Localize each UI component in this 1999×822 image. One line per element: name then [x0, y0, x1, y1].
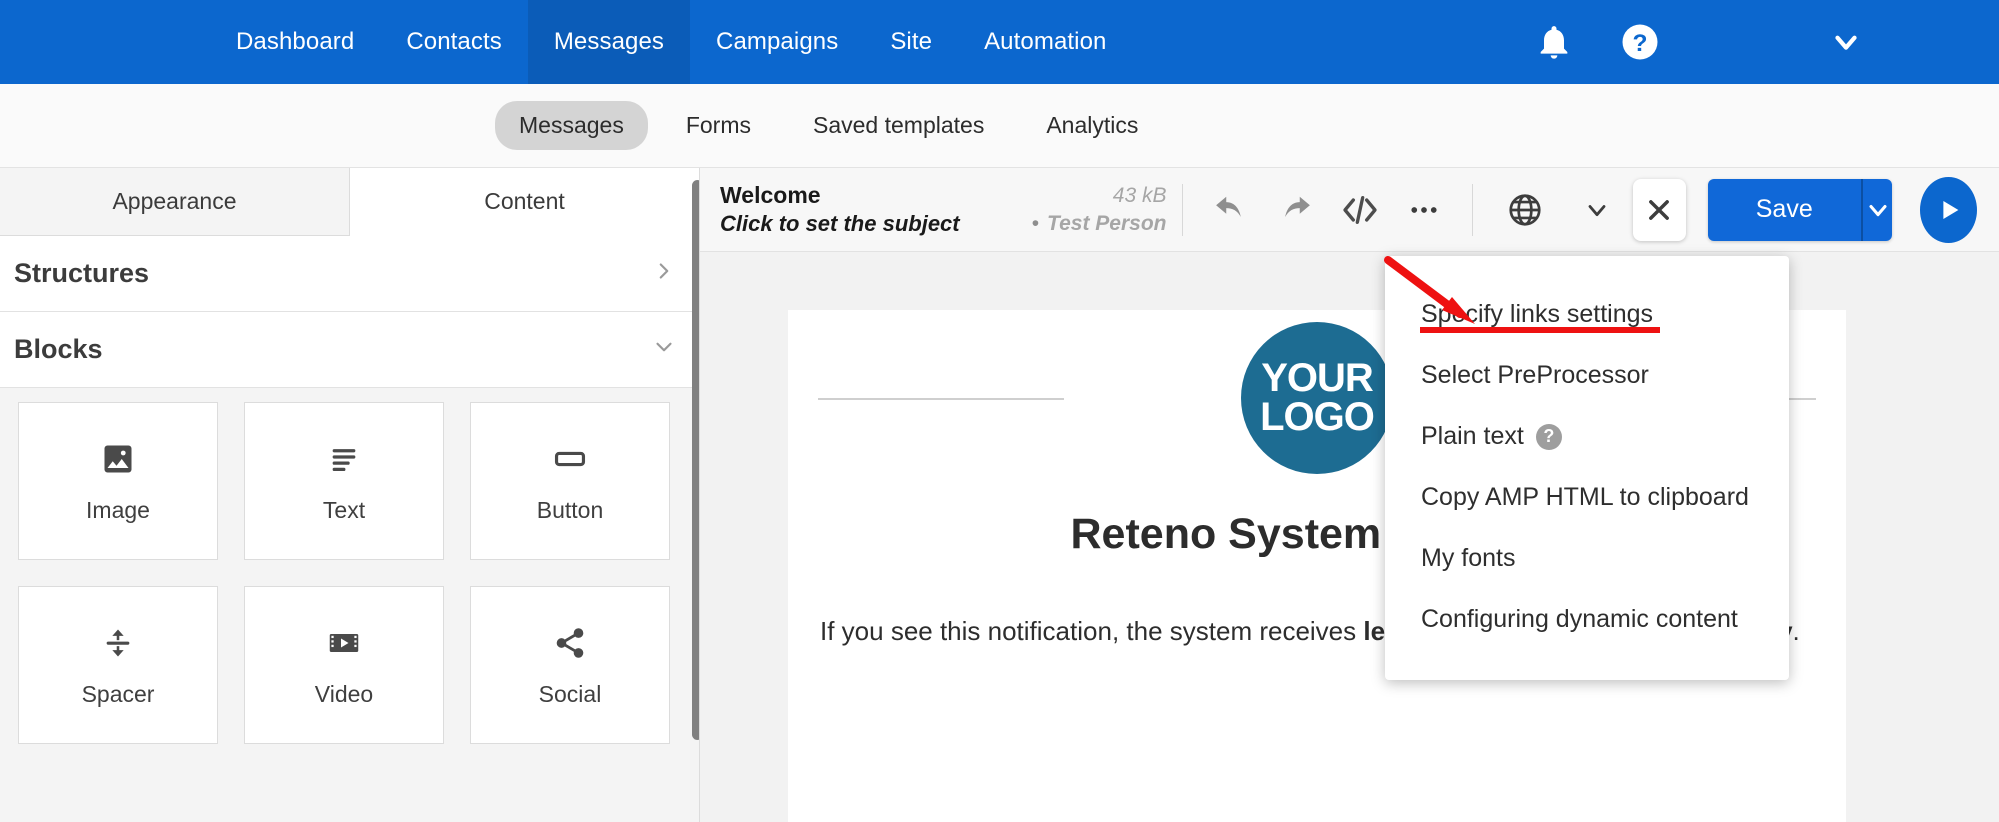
sidebar-section-structures[interactable]: Structures	[0, 236, 699, 312]
help-icon[interactable]: ?	[1535, 423, 1562, 450]
button-rect-icon	[551, 439, 589, 479]
divider-left	[818, 398, 1064, 400]
bell-icon[interactable]	[1531, 19, 1577, 65]
tab-saved-templates[interactable]: Saved templates	[789, 101, 1008, 150]
body-prefix: If you see this notification, the system…	[820, 616, 1364, 646]
message-title: Welcome	[720, 182, 821, 209]
block-spacer[interactable]: Spacer	[18, 586, 218, 744]
account-chevron-down-icon[interactable]	[1823, 19, 1869, 65]
undo-icon[interactable]	[1207, 182, 1255, 238]
redo-icon[interactable]	[1271, 182, 1319, 238]
message-size: 43 kB	[1112, 184, 1167, 208]
menu-item-copy-amp-html[interactable]: Copy AMP HTML to clipboard	[1385, 467, 1789, 528]
chevron-right-icon	[651, 258, 677, 289]
topbar-actions: ?	[1531, 0, 1999, 84]
menu-item-select-preprocessor[interactable]: Select PreProcessor	[1385, 345, 1789, 406]
save-button-group: Save	[1707, 178, 1893, 241]
email-logo[interactable]: YOUR LOGO	[1241, 322, 1393, 474]
editor-pane: Welcome Click to set the subject 43 kB •…	[700, 168, 1999, 822]
primary-nav-list: Dashboard Contacts Messages Campaigns Si…	[210, 0, 1132, 84]
video-play-icon	[326, 623, 362, 663]
preview-play-button[interactable]	[1920, 176, 1977, 243]
globe-icon	[1497, 182, 1553, 238]
save-dropdown-chevron-down-icon[interactable]	[1860, 178, 1893, 241]
annotation-underline	[1420, 327, 1660, 333]
logo-line-2: LOGO	[1260, 395, 1375, 439]
sidebar-scrollbar[interactable]	[692, 180, 699, 740]
primary-navbar: Dashboard Contacts Messages Campaigns Si…	[0, 0, 1999, 84]
sender-label: Test Person	[1047, 211, 1167, 235]
block-button[interactable]: Button	[470, 402, 670, 560]
menu-item-specify-links-settings[interactable]: Specify links settings	[1385, 284, 1789, 345]
language-selector[interactable]	[1489, 182, 1633, 238]
share-icon	[553, 623, 587, 663]
message-meta: 43 kB • Test Person	[1021, 182, 1167, 237]
menu-item-my-fonts[interactable]: My fonts	[1385, 528, 1789, 589]
svg-text:?: ?	[1633, 30, 1648, 57]
nav-item-contacts[interactable]: Contacts	[380, 0, 528, 84]
block-image[interactable]: Image	[18, 402, 218, 560]
subject-placeholder[interactable]: Click to set the subject	[720, 210, 1021, 238]
meta-separator: •	[1031, 211, 1040, 235]
sidebar-section-blocks[interactable]: Blocks	[0, 312, 699, 388]
structures-label: Structures	[14, 258, 150, 288]
text-lines-icon	[327, 439, 361, 479]
block-label: Image	[86, 496, 150, 523]
sidebar-tab-appearance[interactable]: Appearance	[0, 168, 350, 236]
email-canvas: YOUR LOGO Reteno System Warning If you s…	[700, 252, 1999, 822]
blocks-panel: Image Text Button Spacer Video Social	[0, 388, 699, 822]
editor-toolbar: Welcome Click to set the subject 43 kB •…	[700, 168, 1999, 252]
menu-item-configuring-dynamic-content[interactable]: Configuring dynamic content	[1385, 589, 1789, 650]
sidebar-tabs: Appearance Content	[0, 168, 699, 236]
body-suffix: .	[1792, 616, 1800, 646]
menu-item-label: Plain text	[1421, 422, 1524, 450]
nav-item-campaigns[interactable]: Campaigns	[690, 0, 864, 84]
block-label: Video	[314, 680, 374, 707]
nav-item-site[interactable]: Site	[864, 0, 958, 84]
toolbar-divider	[1182, 183, 1184, 236]
tab-forms[interactable]: Forms	[662, 101, 775, 150]
chevron-down-icon	[651, 334, 677, 365]
close-button[interactable]	[1632, 178, 1686, 241]
block-label: Spacer	[81, 680, 155, 707]
blocks-label: Blocks	[14, 334, 103, 364]
sender-name: • Test Person	[1032, 210, 1167, 237]
logo-line-1: YOUR	[1261, 355, 1374, 400]
spacer-arrows-icon	[101, 623, 135, 663]
chevron-down-icon	[1569, 182, 1625, 238]
nav-item-automation[interactable]: Automation	[958, 0, 1132, 84]
block-text[interactable]: Text	[244, 402, 444, 560]
nav-item-dashboard[interactable]: Dashboard	[210, 0, 380, 84]
blocks-grid: Image Text Button Spacer Video Social	[18, 402, 681, 744]
image-icon	[100, 439, 136, 479]
secondary-navbar: Messages Forms Saved templates Analytics	[0, 84, 1999, 168]
block-social[interactable]: Social	[470, 586, 670, 744]
sidebar-tab-content[interactable]: Content	[350, 168, 699, 236]
block-label: Social	[538, 680, 602, 707]
block-video[interactable]: Video	[244, 586, 444, 744]
menu-item-plain-text[interactable]: Plain text ?	[1385, 406, 1789, 467]
tab-messages[interactable]: Messages	[495, 101, 648, 150]
toolbar-divider-2	[1471, 183, 1473, 236]
more-options-menu: Specify links settings Select PreProcess…	[1385, 256, 1789, 680]
code-icon[interactable]	[1336, 182, 1384, 238]
more-horizontal-icon[interactable]	[1400, 182, 1448, 238]
help-icon[interactable]: ?	[1617, 19, 1663, 65]
tab-analytics[interactable]: Analytics	[1022, 101, 1162, 150]
block-label: Button	[536, 496, 604, 523]
editor-sidebar: Appearance Content Structures Blocks Ima…	[0, 168, 700, 822]
save-button[interactable]: Save	[1707, 178, 1861, 241]
secondary-nav-list: Messages Forms Saved templates Analytics	[495, 101, 1176, 150]
subject-block[interactable]: Welcome Click to set the subject	[720, 181, 1021, 237]
nav-item-messages[interactable]: Messages	[527, 0, 691, 84]
block-label: Text	[322, 496, 366, 523]
